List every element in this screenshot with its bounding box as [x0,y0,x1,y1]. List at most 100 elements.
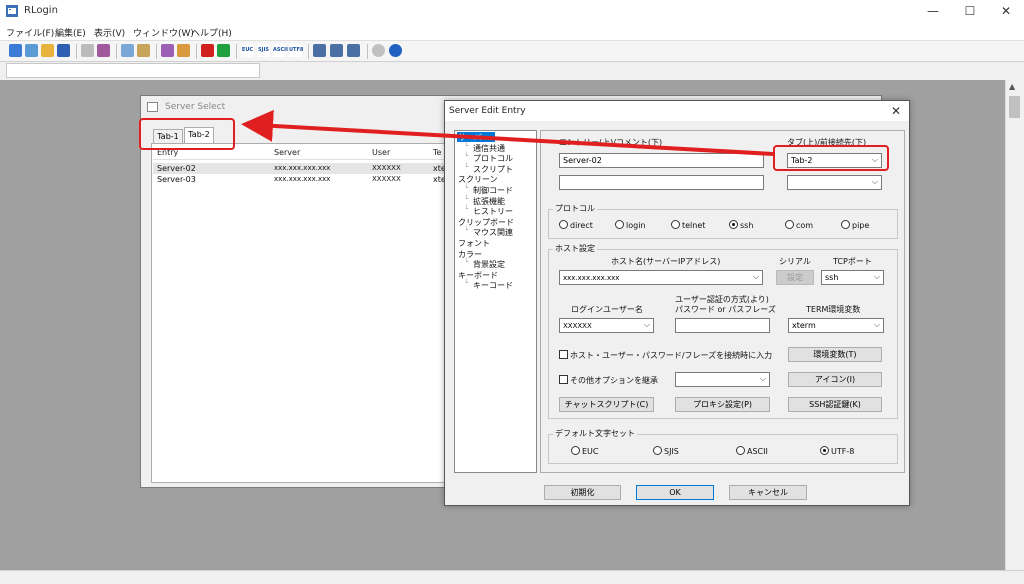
icon-button[interactable]: アイコン(I) [788,372,882,387]
radio-dot [571,446,580,455]
play-icon[interactable] [217,44,230,57]
tree-item[interactable]: 背景設定 [473,259,505,270]
env-vars-button[interactable]: 環境変数(T) [788,347,882,362]
dialog-close-button[interactable]: ✕ [891,104,901,118]
charset-radio-utf-8[interactable]: UTF-8 [820,446,854,456]
script-icon[interactable] [161,44,174,57]
chat-script-button[interactable]: チャットスクリプト(C) [559,397,654,412]
inherit-options-label: その他オプションを継承 [570,376,658,385]
new-connection-icon[interactable] [9,44,22,57]
charset-radio-label: UTF-8 [831,447,855,456]
initialize-button[interactable]: 初期化 [544,485,621,500]
toolbar-separator [236,44,237,59]
row-server: xxx.xxx.xxx.xxx [274,164,331,172]
maximize-button[interactable]: ☐ [958,3,982,19]
protocol-radio-login[interactable]: login [615,220,646,230]
tile-window-icon[interactable] [347,44,360,57]
charset-button-utf8[interactable]: UTF8 [289,44,303,57]
settings-tree[interactable]: サーバー 通信共通 └ プロトコル └ スクリプト └ スクリーン 制御コード └ 拡張機能 └ ヒスト… [454,130,537,473]
inherit-options-checkbox[interactable]: その他オプションを継承 [559,375,658,386]
split-window-icon[interactable] [330,44,343,57]
protocol-radio-com[interactable]: com [785,220,813,230]
login-user-select[interactable]: XXXXXX ⌵ [559,318,654,333]
scroll-up-arrow-icon[interactable]: ▲ [1009,82,1015,91]
open-folder-icon[interactable] [41,44,54,57]
hostname-select[interactable]: xxx.xxx.xxx.xxx ⌵ [559,270,763,285]
toolbar-separator [116,44,117,59]
keyboard-icon[interactable] [177,44,190,57]
password-field[interactable] [675,318,770,333]
menu-file[interactable]: ファイル(F) [6,26,54,39]
protocol-radio-pipe[interactable]: pipe [841,220,869,230]
row-entry: Server-03 [157,175,196,184]
tree-item[interactable]: フォント [458,238,490,249]
ssh-auth-key-button[interactable]: SSH認証鍵(K) [788,397,882,412]
menu-window[interactable]: ウィンドウ(W) [133,26,194,39]
tree-item[interactable]: カラー [458,249,482,260]
protocol-radio-label: telnet [682,221,706,230]
chevron-down-icon: ⌵ [643,320,650,329]
charset-radio-ascii[interactable]: ASCII [736,446,768,456]
prompt-on-connect-checkbox[interactable]: ホスト・ユーザー・パスワード/フレーズを接続時に入力 [559,350,772,361]
minimize-button[interactable]: — [921,3,945,19]
settings-panel: エントリー(上)/コメント(下) Server-02 タブ(上)/前接続先(下)… [540,130,905,473]
new-document-icon[interactable] [81,44,94,57]
protocol-radio-label: direct [570,221,593,230]
tree-item[interactable]: スクリプト [473,164,513,175]
tree-item[interactable]: キーコード [473,280,513,291]
tree-item[interactable]: 制御コード [473,185,513,196]
protocol-radio-direct[interactable]: direct [559,220,593,230]
save-icon[interactable] [57,44,70,57]
tcp-port-value: ssh [825,273,839,282]
charset-button-euc[interactable]: EUC [241,44,254,57]
protocol-radio-telnet[interactable]: telnet [671,220,705,230]
quick-connect-icon[interactable] [25,44,38,57]
menu-edit[interactable]: 編集(E) [55,26,86,39]
tcp-port-select[interactable]: ssh ⌵ [821,270,884,285]
hostname-value: xxx.xxx.xxx.xxx [563,274,620,282]
settings-icon[interactable] [372,44,385,57]
radio-dot [820,446,829,455]
comment-field[interactable] [559,175,764,190]
charset-button-sjis[interactable]: SJIS [257,44,270,57]
chevron-down-icon: ⌵ [759,374,766,383]
vertical-scrollbar[interactable] [1005,80,1024,570]
radio-dot [841,220,850,229]
cancel-button[interactable]: キャンセル [729,485,807,500]
disconnect-icon[interactable] [97,44,110,57]
radio-dot [729,220,738,229]
inherit-entry-select[interactable]: ⌵ [675,372,770,387]
window-icon[interactable] [313,44,326,57]
help-icon[interactable] [389,44,402,57]
checkbox-box [559,350,568,359]
ok-button[interactable]: OK [636,485,714,500]
proxy-settings-button[interactable]: プロキシ設定(P) [675,397,770,412]
tree-item[interactable]: 拡張機能 [473,196,505,207]
charset-radio-label: EUC [582,447,599,456]
term-env-label: TERM環境変数 [806,305,861,314]
copy-icon[interactable] [121,44,134,57]
tree-item[interactable]: ヒストリー [473,206,513,217]
document-tab[interactable] [6,63,260,78]
prev-connection-select[interactable]: ⌵ [787,175,882,190]
menu-view[interactable]: 表示(V) [94,26,125,39]
protocol-group-title: プロトコル [553,203,597,214]
protocol-radio-ssh[interactable]: ssh [729,220,753,230]
charset-button-ascii[interactable]: ASCII [273,44,288,57]
close-button[interactable]: ✕ [994,3,1018,19]
menu-help[interactable]: ヘルプ(H) [191,26,232,39]
radio-dot [615,220,624,229]
scrollbar-thumb[interactable] [1009,96,1020,118]
charset-radio-euc[interactable]: EUC [571,446,599,456]
radio-dot [736,446,745,455]
row-user: XXXXXX [372,164,401,172]
protocol-radio-label: pipe [852,221,870,230]
server-list[interactable]: Entry Server User Te Server-02 xxx.xxx.x… [151,143,451,483]
stop-icon[interactable] [201,44,214,57]
serial-settings-button[interactable]: 設定 [776,270,814,285]
paste-icon[interactable] [137,44,150,57]
term-env-select[interactable]: xterm ⌵ [788,318,884,333]
chevron-down-icon: ⌵ [752,272,759,281]
tree-item[interactable]: マウス関連 [473,227,513,238]
charset-radio-sjis[interactable]: SJIS [653,446,679,456]
